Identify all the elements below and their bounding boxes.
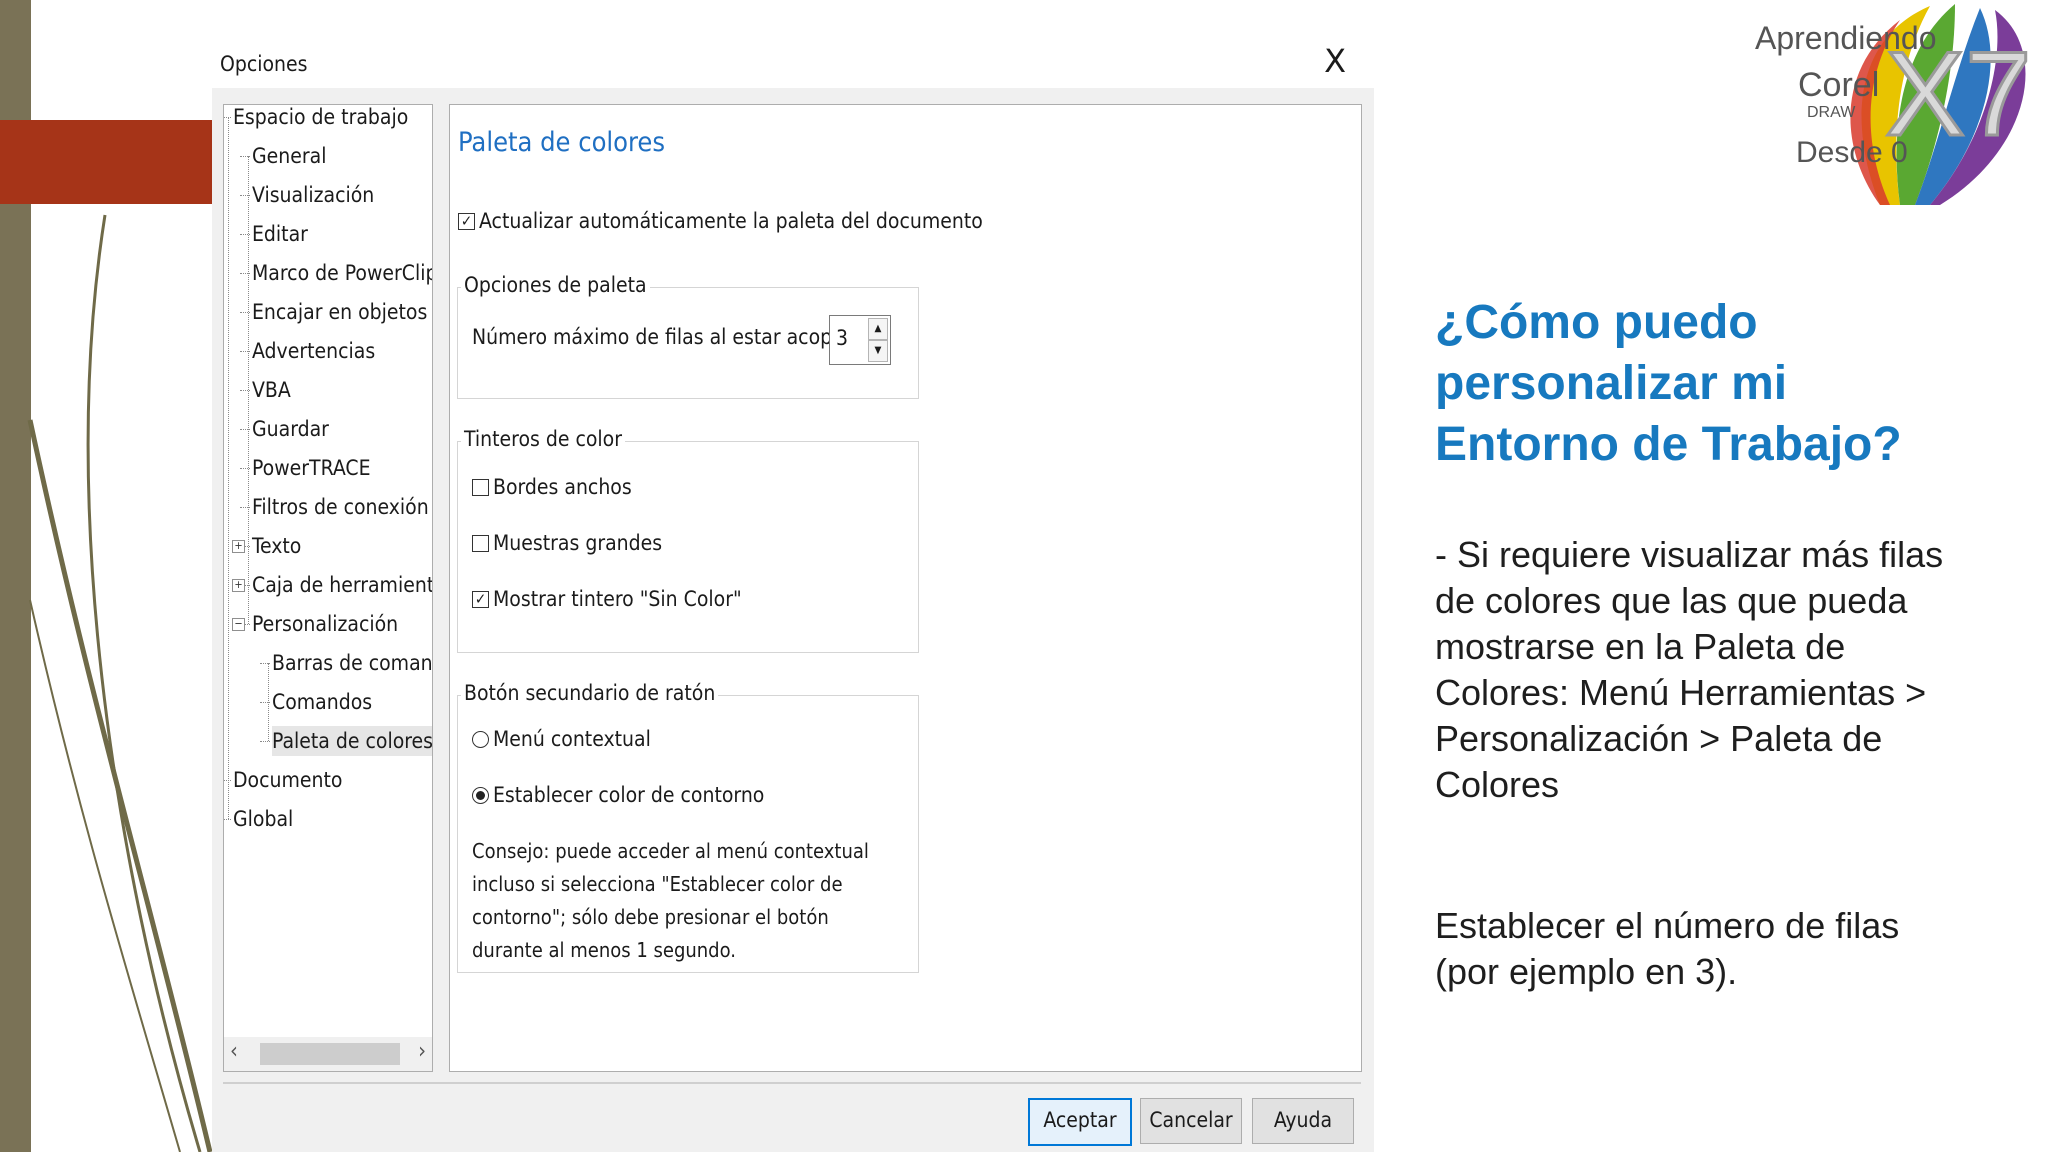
tree-item[interactable]: Global [233, 804, 293, 834]
tree-item[interactable]: Personalización [252, 609, 398, 639]
no-color-swatch-label: Mostrar tintero "Sin Color" [493, 587, 742, 611]
scroll-left-icon[interactable]: ‹ [230, 1039, 238, 1064]
large-swatches-label: Muestras grandes [493, 531, 663, 555]
slide-body: - Si requiere visualizar más filas de co… [1435, 534, 1944, 805]
expand-icon[interactable]: + [232, 540, 245, 553]
tree-connector [248, 156, 249, 624]
tree-connector [224, 819, 231, 820]
slide-question: ¿Cómo puedo personalizar mi Entorno de T… [1435, 296, 1902, 471]
tree-item[interactable]: Encajar en objetos [252, 297, 427, 327]
auto-update-label: Actualizar automáticamente la paleta del… [479, 209, 983, 233]
close-icon[interactable]: X [1324, 42, 1346, 80]
scroll-right-icon[interactable]: › [418, 1039, 426, 1064]
wide-borders-label: Bordes anchos [493, 475, 632, 499]
tree-item[interactable]: Documento [233, 765, 342, 795]
red-accent-block [0, 120, 214, 204]
context-menu-label: Menú contextual [493, 727, 651, 751]
tree-connector [224, 780, 231, 781]
logo-line3: DRAW [1807, 104, 1856, 121]
tree-item[interactable]: General [252, 141, 326, 171]
tree-item[interactable]: Texto [252, 531, 301, 561]
logo-line4: Desde 0 [1796, 136, 1908, 169]
settings-content: Paleta de colores ✓ Actualizar automátic… [449, 104, 1362, 1072]
cancel-button[interactable]: Cancelar [1140, 1098, 1242, 1144]
tree-item[interactable]: VBA [252, 375, 291, 405]
max-rows-value: 3 [836, 326, 849, 350]
ok-button[interactable]: Aceptar [1028, 1098, 1132, 1146]
right-click-title: Botón secundario de ratón [461, 681, 719, 705]
tip-text: Consejo: puede acceder al menú contextua… [472, 839, 869, 962]
no-color-swatch-checkbox[interactable]: ✓ [472, 591, 489, 608]
expand-icon[interactable]: + [232, 579, 245, 592]
max-rows-label: Número máximo de filas al estar acoplada… [472, 325, 879, 349]
tree-item[interactable]: Barras de comando [272, 648, 432, 678]
button-separator [223, 1082, 1361, 1084]
stepper-down-icon[interactable]: ▼ [868, 340, 888, 362]
palette-options-title: Opciones de paleta [461, 273, 650, 297]
tree-item[interactable]: Comandos [272, 687, 372, 717]
tree-connector [224, 117, 231, 118]
swatches-title: Tinteros de color [461, 427, 625, 451]
context-menu-radio[interactable] [472, 731, 489, 748]
tree-item[interactable]: Marco de PowerClip [252, 258, 432, 288]
tree-connector [228, 117, 229, 819]
tree-horizontal-scrollbar[interactable]: ‹ › [224, 1037, 432, 1071]
logo-line2: Corel [1798, 66, 1880, 104]
slide-body-2: Establecer el número de filas (por ejemp… [1435, 905, 1900, 992]
tree-item[interactable]: Editar [252, 219, 308, 249]
tree-item[interactable]: Espacio de trabajo [233, 105, 408, 132]
tree-item[interactable]: Visualización [252, 180, 374, 210]
dialog-titlebar: Opciones X [212, 34, 1374, 88]
stepper-up-icon[interactable]: ▲ [868, 318, 888, 340]
wide-borders-checkbox[interactable] [472, 479, 489, 496]
tree-item[interactable]: Guardar [252, 414, 329, 444]
tree-item[interactable]: Caja de herramientas [252, 570, 432, 600]
scroll-thumb[interactable] [260, 1043, 400, 1065]
tree-connector [260, 741, 270, 742]
options-tree: Espacio de trabajo General Visualización Ed… [223, 104, 433, 1072]
logo-line1: Aprendiendo [1755, 20, 1937, 56]
tree-item[interactable]: Filtros de conexión [252, 492, 429, 522]
section-heading: Paleta de colores [458, 127, 666, 158]
dialog-title: Opciones [220, 52, 308, 76]
options-dialog: Opciones X Espacio de trabajo General Visu… [212, 34, 1374, 1152]
tree-item[interactable]: Paleta de colores [272, 726, 432, 756]
tree-item[interactable]: PowerTRACE [252, 453, 371, 483]
tree-connector [268, 663, 269, 741]
large-swatches-checkbox[interactable] [472, 535, 489, 552]
tree-item[interactable]: Advertencias [252, 336, 375, 366]
auto-update-checkbox[interactable]: ✓ [458, 213, 475, 230]
corel-logo: X7 Aprendiendo Corel DRAW Desde 0 [1740, 0, 2048, 215]
set-outline-color-label: Establecer color de contorno [493, 783, 765, 807]
set-outline-color-radio[interactable] [472, 787, 489, 804]
max-rows-stepper[interactable]: 3 ▲ ▼ [829, 315, 891, 365]
help-button[interactable]: Ayuda [1252, 1098, 1354, 1144]
collapse-icon[interactable]: − [232, 618, 245, 631]
